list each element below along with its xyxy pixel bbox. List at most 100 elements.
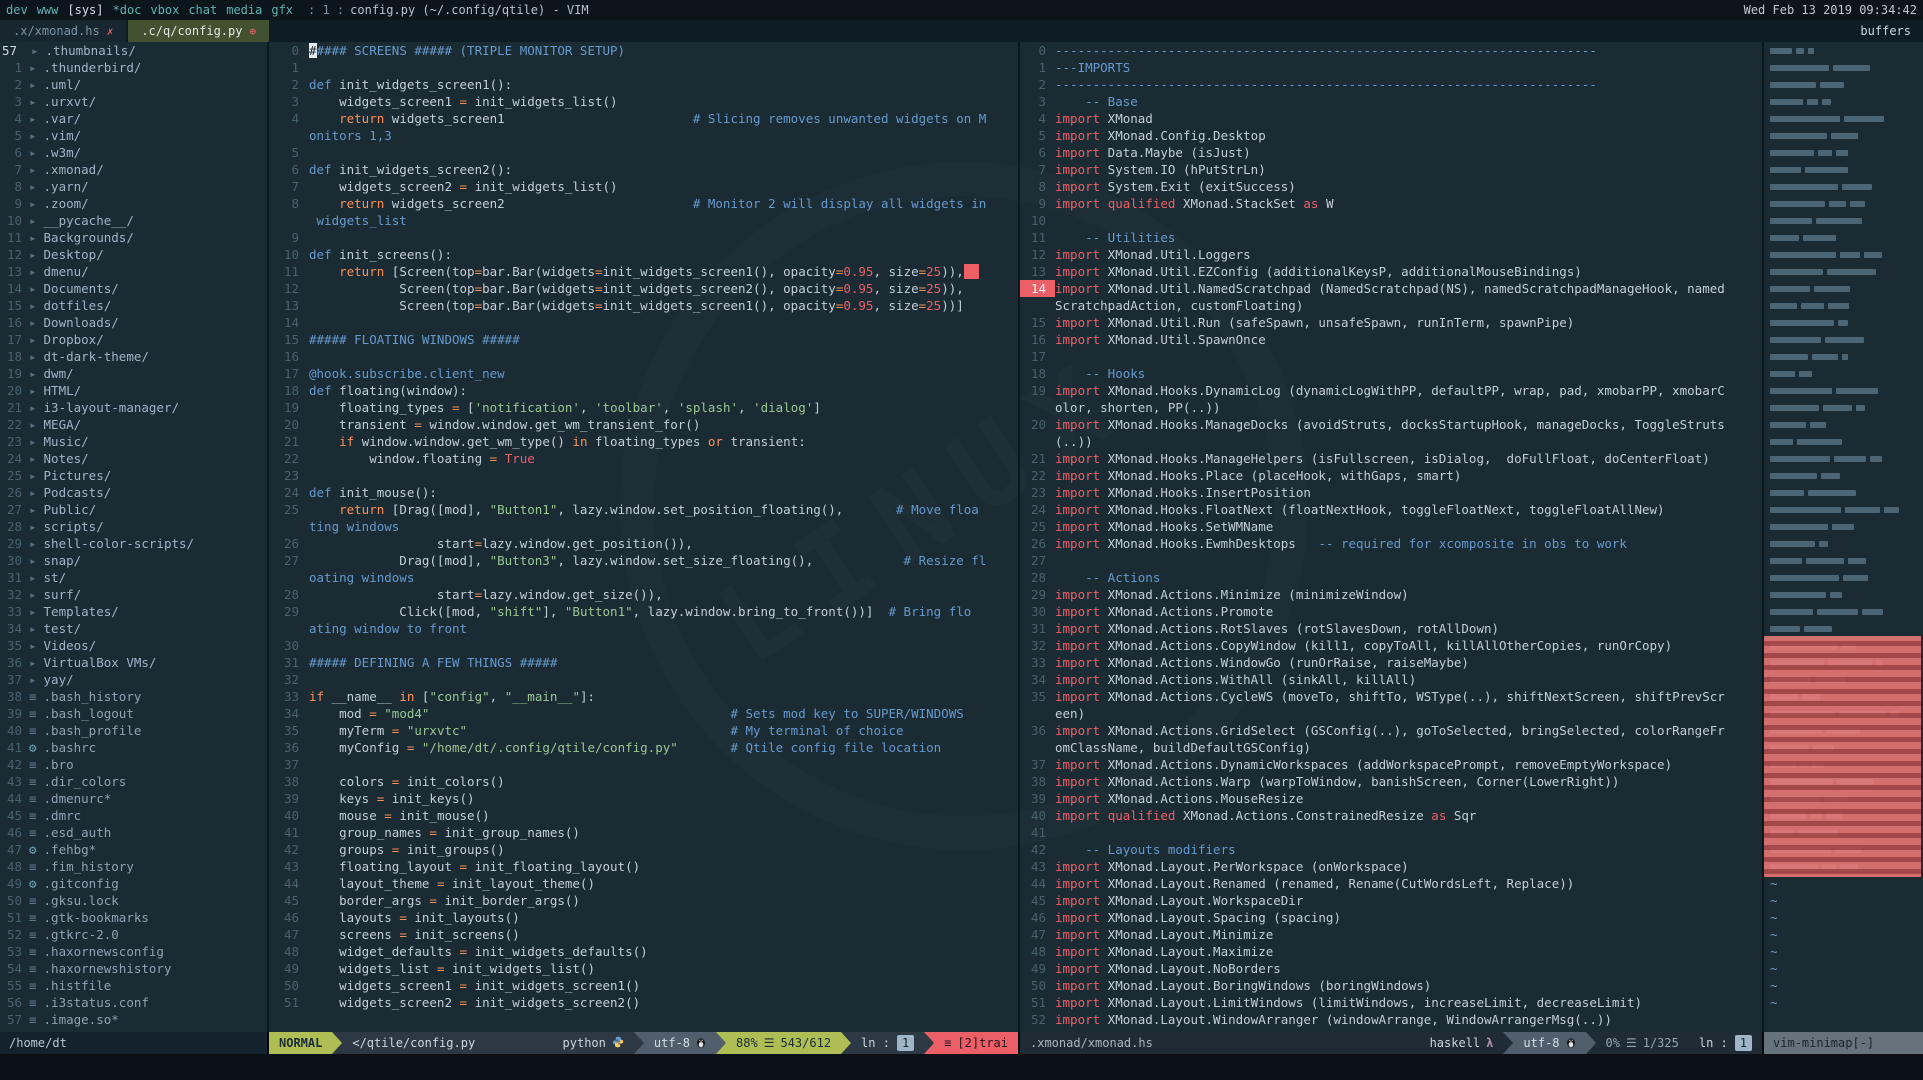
code-line[interactable]: 42 groups = init_groups() (269, 841, 1018, 858)
tree-item[interactable]: 8▸.yarn/ (0, 178, 267, 195)
tree-item[interactable]: 50≡.gksu.lock (0, 892, 267, 909)
code-line[interactable]: 25import XMonad.Hooks.SetWMName (1020, 518, 1762, 535)
code-line[interactable]: 29import XMonad.Actions.Minimize (minimi… (1020, 586, 1762, 603)
code-line[interactable]: olor, shorten, PP(..)) (1020, 399, 1762, 416)
file-tree-pane[interactable]: 57▸.thumbnails/1▸.thunderbird/2▸.uml/3▸.… (0, 42, 267, 1032)
code-line[interactable]: 45 border_args = init_border_args() (269, 892, 1018, 909)
code-line[interactable]: 38import XMonad.Actions.Warp (warpToWind… (1020, 773, 1762, 790)
code-line[interactable]: 9 (269, 229, 1018, 246)
pane-divider[interactable] (1762, 42, 1764, 1032)
tree-item[interactable]: 55≡.histfile (0, 977, 267, 994)
tree-item[interactable]: 18▸dt-dark-theme/ (0, 348, 267, 365)
tmux-window[interactable]: www (37, 3, 59, 17)
code-line[interactable]: (..)) (1020, 433, 1762, 450)
code-line[interactable]: 45import XMonad.Layout.WorkspaceDir (1020, 892, 1762, 909)
code-line[interactable]: 5 (269, 144, 1018, 161)
tree-item[interactable]: 34▸test/ (0, 620, 267, 637)
code-line[interactable]: 51import XMonad.Layout.LimitWindows (lim… (1020, 994, 1762, 1011)
tree-item[interactable]: 12▸Desktop/ (0, 246, 267, 263)
code-line[interactable]: 22 window.floating = True (269, 450, 1018, 467)
tree-item[interactable]: 10▸__pycache__/ (0, 212, 267, 229)
code-line[interactable]: 1 (269, 59, 1018, 76)
code-line[interactable]: 50import XMonad.Layout.BoringWindows (bo… (1020, 977, 1762, 994)
code-line[interactable]: 35 myTerm = "urxvtc" # My terminal of ch… (269, 722, 1018, 739)
code-line[interactable]: 26import XMonad.Hooks.EwmhDesktops -- re… (1020, 535, 1762, 552)
code-line[interactable]: 40 mouse = init_mouse() (269, 807, 1018, 824)
code-line[interactable]: 50 widgets_screen1 = init_widgets_screen… (269, 977, 1018, 994)
tree-item[interactable]: 36▸VirtualBox VMs/ (0, 654, 267, 671)
code-line[interactable]: 23 (269, 467, 1018, 484)
tree-item[interactable]: 57▸.thumbnails/ (0, 42, 267, 59)
tmux-window[interactable]: chat (188, 3, 217, 17)
tree-item[interactable]: 15▸dotfiles/ (0, 297, 267, 314)
tree-item[interactable]: 56≡.i3status.conf (0, 994, 267, 1011)
code-line[interactable]: 5import XMonad.Config.Desktop (1020, 127, 1762, 144)
tree-item[interactable]: 37▸yay/ (0, 671, 267, 688)
code-line[interactable]: 28 start=lazy.window.get_size()), (269, 586, 1018, 603)
code-line[interactable]: 47import XMonad.Layout.Minimize (1020, 926, 1762, 943)
tree-item[interactable]: 46≡.esd_auth (0, 824, 267, 841)
code-line[interactable]: 27 Drag([mod], "Button3", lazy.window.se… (269, 552, 1018, 569)
code-line[interactable]: 17 (1020, 348, 1762, 365)
tree-item[interactable]: 7▸.xmonad/ (0, 161, 267, 178)
code-line[interactable]: 46import XMonad.Layout.Spacing (spacing) (1020, 909, 1762, 926)
tmux-window[interactable]: dev (6, 3, 28, 17)
code-line[interactable]: 51 widgets_screen2 = init_widgets_screen… (269, 994, 1018, 1011)
code-line[interactable]: 7import System.IO (hPutStrLn) (1020, 161, 1762, 178)
code-line[interactable]: 9import qualified XMonad.StackSet as W (1020, 195, 1762, 212)
code-line[interactable]: 15##### FLOATING WINDOWS ##### (269, 331, 1018, 348)
code-line[interactable]: 4import XMonad (1020, 110, 1762, 127)
tree-item[interactable]: 5▸.vim/ (0, 127, 267, 144)
tree-item[interactable]: 44≡.dmenurc* (0, 790, 267, 807)
code-line[interactable]: ScratchpadAction, customFloating) (1020, 297, 1762, 314)
code-line[interactable]: 33import XMonad.Actions.WindowGo (runOrR… (1020, 654, 1762, 671)
tree-item[interactable]: 31▸st/ (0, 569, 267, 586)
code-line[interactable]: 48 widget_defaults = init_widgets_defaul… (269, 943, 1018, 960)
tree-item[interactable]: 48≡.fim_history (0, 858, 267, 875)
code-line[interactable]: 18def floating(window): (269, 382, 1018, 399)
code-line[interactable]: 35import XMonad.Actions.CycleWS (moveTo,… (1020, 688, 1762, 705)
code-line[interactable]: 41 group_names = init_group_names() (269, 824, 1018, 841)
code-line[interactable]: oating windows (269, 569, 1018, 586)
code-line[interactable]: 31##### DEFINING A FEW THINGS ##### (269, 654, 1018, 671)
code-line[interactable]: 10def init_screens(): (269, 246, 1018, 263)
code-line[interactable]: 14 (269, 314, 1018, 331)
code-line[interactable]: 6def init_widgets_screen2(): (269, 161, 1018, 178)
tree-item[interactable]: 43≡.dir_colors (0, 773, 267, 790)
tree-item[interactable]: 57≡.image.so* (0, 1011, 267, 1028)
code-line[interactable]: 42 -- Layouts modifiers (1020, 841, 1762, 858)
code-line[interactable]: 2def init_widgets_screen1(): (269, 76, 1018, 93)
tree-item[interactable]: 19▸dwm/ (0, 365, 267, 382)
tree-item[interactable]: 38≡.bash_history (0, 688, 267, 705)
code-line[interactable]: 44import XMonad.Layout.Renamed (renamed,… (1020, 875, 1762, 892)
tree-item[interactable]: 39≡.bash_logout (0, 705, 267, 722)
code-line[interactable]: 24def init_mouse(): (269, 484, 1018, 501)
code-line[interactable]: 32 (269, 671, 1018, 688)
code-line[interactable]: 48import XMonad.Layout.Maximize (1020, 943, 1762, 960)
tree-item[interactable]: 40≡.bash_profile (0, 722, 267, 739)
code-line[interactable]: 37import XMonad.Actions.DynamicWorkspace… (1020, 756, 1762, 773)
tmux-window[interactable]: media (226, 3, 262, 17)
tree-item[interactable]: 26▸Podcasts/ (0, 484, 267, 501)
tree-item[interactable]: 25▸Pictures/ (0, 467, 267, 484)
code-line[interactable]: een) (1020, 705, 1762, 722)
tree-item[interactable]: 27▸Public/ (0, 501, 267, 518)
tree-item[interactable]: 30▸snap/ (0, 552, 267, 569)
tree-item[interactable]: 54≡.haxornewshistory (0, 960, 267, 977)
tab-active[interactable]: .c/q/config.py⊕ (128, 20, 269, 42)
tree-item[interactable]: 49⚙.gitconfig (0, 875, 267, 892)
code-line[interactable]: 21import XMonad.Hooks.ManageHelpers (isF… (1020, 450, 1762, 467)
code-line[interactable]: 20import XMonad.Hooks.ManageDocks (avoid… (1020, 416, 1762, 433)
code-line[interactable]: 40import qualified XMonad.Actions.Constr… (1020, 807, 1762, 824)
tree-item[interactable]: 4▸.var/ (0, 110, 267, 127)
code-line[interactable]: 1---IMPORTS (1020, 59, 1762, 76)
tree-item[interactable]: 51≡.gtk-bookmarks (0, 909, 267, 926)
tree-item[interactable]: 53≡.haxornewsconfig (0, 943, 267, 960)
tree-item[interactable]: 29▸shell-color-scripts/ (0, 535, 267, 552)
tree-item[interactable]: 24▸Notes/ (0, 450, 267, 467)
code-line[interactable]: 34import XMonad.Actions.WithAll (sinkAll… (1020, 671, 1762, 688)
code-line[interactable]: 34 mod = "mod4" # Sets mod key to SUPER/… (269, 705, 1018, 722)
code-line[interactable]: 31import XMonad.Actions.RotSlaves (rotSl… (1020, 620, 1762, 637)
modified-icon[interactable]: ⊕ (249, 25, 256, 38)
code-line[interactable]: 12import XMonad.Util.Loggers (1020, 246, 1762, 263)
